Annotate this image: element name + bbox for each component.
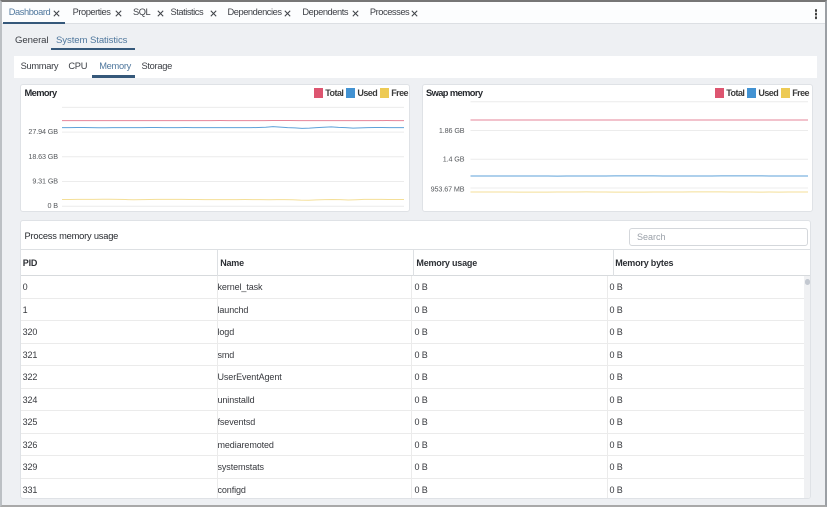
svg-text:9.31 GB: 9.31 GB — [32, 177, 58, 186]
svg-text:953.67 MB: 953.67 MB — [430, 185, 464, 194]
svg-text:1.86 GB: 1.86 GB — [438, 126, 464, 135]
svg-text:27.94 GB: 27.94 GB — [28, 127, 58, 136]
svg-text:1.4 GB: 1.4 GB — [442, 155, 464, 164]
svg-text:0 B: 0 B — [48, 201, 59, 210]
svg-text:18.63 GB: 18.63 GB — [28, 152, 58, 161]
